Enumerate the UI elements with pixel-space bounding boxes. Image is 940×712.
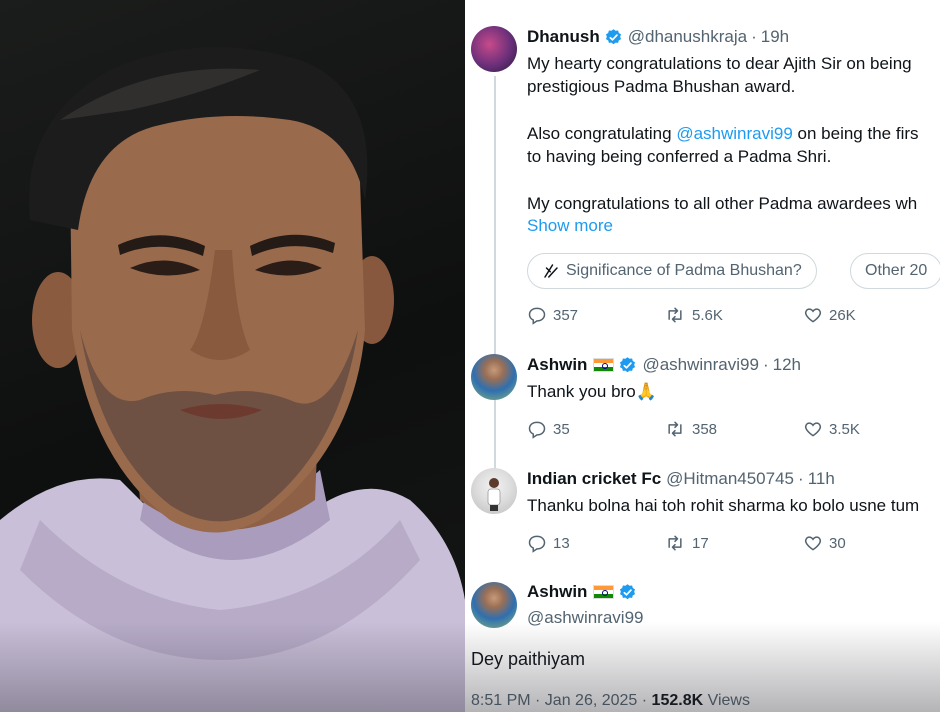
- heart-icon: [804, 422, 822, 437]
- author-name[interactable]: Dhanush: [527, 27, 600, 47]
- reply-button[interactable]: 357: [527, 305, 578, 325]
- views-count: 152.8K: [651, 692, 704, 709]
- repost-icon: [668, 421, 682, 437]
- focused-tweet-header: Ashwin: [527, 582, 637, 602]
- author-name[interactable]: Indian cricket Fc: [527, 469, 661, 489]
- reply-count: 13: [553, 534, 570, 552]
- tweet-text-line: Also congratulating @ashwinravi99 on bei…: [527, 122, 919, 146]
- heart-icon: [804, 536, 822, 551]
- reply-count: 357: [553, 306, 579, 324]
- verified-badge-icon: [620, 356, 636, 372]
- reply-count: 35: [553, 420, 570, 438]
- thread-connector-line: [494, 76, 496, 476]
- like-button[interactable]: 26K: [803, 305, 856, 325]
- avatar-dhanush[interactable]: [471, 26, 517, 72]
- reply-header: Ashwin @ashwinravi99 · 12h: [527, 355, 801, 375]
- like-count: 26K: [829, 306, 856, 324]
- tweet-time[interactable]: 11h: [808, 469, 835, 489]
- portrait-illustration: [0, 47, 465, 712]
- avatar-ashwin[interactable]: [471, 354, 517, 400]
- text-fragment: Also congratulating: [527, 124, 677, 143]
- repost-button[interactable]: 5.6K: [664, 305, 723, 325]
- verified-badge-icon: [605, 28, 621, 44]
- reply-text: Thanku bolna hai toh rohit sharma ko bol…: [527, 496, 920, 515]
- like-count: 30: [829, 534, 846, 552]
- tweet-text-line: prestigious Padma Bhushan award.: [527, 77, 796, 96]
- tweet-text-line: My hearty congratulations to dear Ajith …: [527, 54, 912, 73]
- grok-suggestion-pill[interactable]: Other 20: [850, 253, 940, 289]
- repost-count: 17: [692, 534, 709, 552]
- reply-header: Indian cricket Fc @Hitman450745 · 11h: [527, 469, 835, 489]
- author-name[interactable]: Ashwin: [527, 582, 587, 602]
- separator-dot: ·: [751, 27, 757, 46]
- focused-tweet-text: Dey paithiyam: [471, 649, 586, 669]
- tweet-thread: Dhanush @dhanushkraja · 19h My hearty co…: [465, 0, 940, 712]
- india-flag-icon: [593, 358, 615, 372]
- tweet-header: Dhanush @dhanushkraja · 19h: [527, 27, 789, 47]
- author-handle[interactable]: @ashwinravi99: [642, 355, 758, 375]
- tweet-timestamp[interactable]: 8:51 PM · Jan 26, 2025 ·: [471, 692, 652, 709]
- tweet-text-line: My congratulations to all other Padma aw…: [527, 194, 918, 213]
- reply-icon: [528, 535, 546, 553]
- author-handle[interactable]: @Hitman450745: [666, 469, 794, 489]
- author-name[interactable]: Ashwin: [527, 355, 587, 375]
- heart-icon: [804, 308, 822, 323]
- like-count: 3.5K: [829, 420, 860, 438]
- text-fragment: on being the firs: [792, 124, 919, 143]
- grok-suggestion-pill[interactable]: Significance of Padma Bhushan?: [527, 253, 817, 289]
- pill-label: Significance of Padma Bhushan?: [566, 262, 802, 279]
- person-silhouette-icon: [487, 478, 501, 511]
- verified-badge-icon: [620, 583, 636, 599]
- repost-button[interactable]: 358: [664, 419, 717, 439]
- reply-button[interactable]: 35: [527, 419, 570, 439]
- repost-button[interactable]: 17: [664, 533, 709, 553]
- like-button[interactable]: 3.5K: [803, 419, 860, 439]
- reply-text: Thank you bro🙏: [527, 382, 657, 401]
- mention-link[interactable]: @ashwinravi99: [676, 124, 792, 143]
- separator-dot: ·: [798, 469, 804, 488]
- avatar-indian-cricket-fc[interactable]: [471, 468, 517, 514]
- repost-icon: [668, 307, 682, 323]
- show-more-link[interactable]: Show more: [527, 216, 613, 236]
- author-handle[interactable]: @dhanushkraja: [628, 27, 747, 47]
- india-flag-icon: [593, 585, 615, 599]
- views-label: Views: [703, 692, 750, 709]
- separator-dot: ·: [762, 355, 769, 374]
- tweet-text-line: to having being conferred a Padma Shri.: [527, 147, 832, 166]
- reply-icon: [528, 307, 546, 325]
- grok-icon: [544, 264, 558, 278]
- avatar-ashwin[interactable]: [471, 582, 517, 628]
- tweet-time[interactable]: 19h: [761, 27, 789, 47]
- reply-icon: [528, 421, 546, 439]
- like-button[interactable]: 30: [803, 533, 846, 553]
- repost-count: 5.6K: [692, 306, 723, 324]
- tweet-timestamp-views: 8:51 PM · Jan 26, 2025 · 152.8K Views: [471, 692, 750, 710]
- reply-button[interactable]: 13: [527, 533, 570, 553]
- portrait-photo: [0, 0, 465, 712]
- author-handle[interactable]: @ashwinravi99: [527, 606, 643, 630]
- tweet-time[interactable]: 12h: [773, 355, 801, 375]
- repost-icon: [668, 535, 682, 551]
- pill-label: Other 20: [865, 262, 928, 279]
- repost-count: 358: [692, 420, 718, 438]
